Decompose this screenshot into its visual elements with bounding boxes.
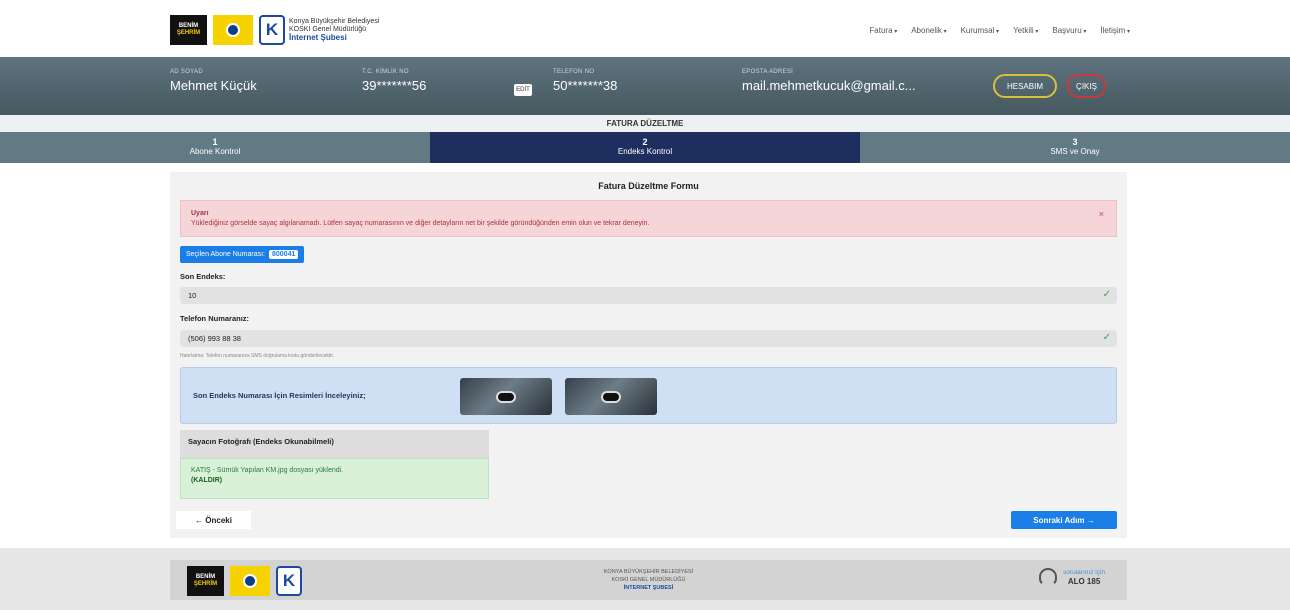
name-label: AD SOYAD — [170, 69, 203, 75]
images-label: Son Endeks Numarası İçin Resimleri İncel… — [193, 391, 366, 400]
meter-icon — [496, 390, 516, 403]
step-3-label: SMS ve Onay — [1050, 147, 1100, 156]
meter-photo-upload: KATIŞ - Sümük Yapılan KM.jpg dosyası yük… — [180, 458, 489, 499]
meter-image-thumbnail-2[interactable] — [565, 378, 657, 415]
org-line-1: Konya Büyükşehir Belediyesi — [289, 18, 380, 25]
last-index-input[interactable]: 10 ✓ — [180, 287, 1117, 304]
phone-input-label: Telefon Numaranız: — [180, 314, 250, 323]
user-email-field: EPOSTA ADRESİ mail.mehmetkucuk@gmail.c..… — [742, 69, 916, 93]
meter-icon — [601, 390, 621, 403]
koski-logo: K — [259, 15, 285, 45]
user-name-field: AD SOYAD Mehmet Küçük — [170, 69, 257, 93]
uploaded-file-text: KATIŞ - Sümük Yapılan KM.jpg dosyası yük… — [191, 467, 344, 474]
top-nav: Fatura Abonelik Kurumsal Yetkili Başvuru… — [869, 26, 1130, 35]
step-2-number: 2 — [642, 137, 648, 147]
last-index-value: 10 — [188, 291, 197, 300]
alert-text: Yüklediğiniz görselde sayaç algılanamadı… — [191, 220, 650, 227]
user-phone-field: TELEFON NO 50*******38 — [553, 69, 617, 93]
subscriber-number: 800041 — [269, 250, 299, 259]
step-1-label: Abone Kontrol — [189, 147, 241, 156]
user-tc-field: T.C. KİMLİK NO 39*******56 — [362, 69, 426, 93]
nav-iletisim[interactable]: İletişim — [1100, 26, 1130, 35]
phone-hint: Hatırlatma: Telefon numaranıza SMS doğru… — [180, 353, 335, 359]
tc-label: T.C. KİMLİK NO — [362, 69, 409, 75]
nav-basvuru[interactable]: Başvuru — [1052, 26, 1086, 35]
edit-phone-button[interactable]: EDİT — [514, 84, 532, 96]
logo-text-1: BENİM — [178, 23, 199, 29]
org-name: Konya Büyükşehir Belediyesi KOSKİ Genel … — [289, 18, 379, 42]
form-title: Fatura Düzeltme Formu — [598, 181, 699, 191]
form-card: Fatura Düzeltme Formu Uyarı Yüklediğiniz… — [170, 172, 1127, 538]
warning-alert: Uyarı Yüklediğiniz görselde sayaç algıla… — [180, 200, 1117, 237]
next-step-button[interactable]: Sonraki Adım → — [1011, 511, 1117, 529]
phone-value: 50*******38 — [553, 78, 618, 93]
previous-button[interactable]: ← Önceki — [176, 511, 251, 529]
step-2-label: Endeks Kontrol — [617, 147, 673, 156]
step-2-active: 2 Endeks Kontrol — [430, 132, 860, 163]
phone-label: TELEFON NO — [553, 69, 595, 75]
benim-sehrim-logo: BENİM ŞEHRİM — [170, 15, 207, 45]
municipality-logo — [213, 15, 253, 45]
close-icon[interactable]: × — [1099, 209, 1104, 219]
tc-value: 39*******56 — [362, 78, 427, 93]
headset-icon — [1039, 568, 1058, 586]
last-index-label: Son Endeks: — [180, 272, 226, 281]
meter-image-thumbnail-1[interactable] — [460, 378, 552, 415]
alo-text: sorularınız için ALO 185 — [1063, 568, 1105, 586]
alo-caption: sorularınız için — [1063, 569, 1105, 576]
email-label: EPOSTA ADRESİ — [742, 69, 794, 75]
page-title: FATURA DÜZELTME — [0, 115, 1290, 132]
meter-photo-header: Sayacın Fotoğrafı (Endeks Okunabilmeli) — [180, 430, 489, 458]
check-icon: ✓ — [1102, 332, 1111, 343]
footer-org-text: KONYA BÜYÜKŞEHİR BELEDİYESİ KOSKİ GENEL … — [170, 568, 1127, 592]
nav-yetkili[interactable]: Yetkili — [1013, 26, 1038, 35]
org-line-3: İnternet Şubesi — [289, 33, 347, 42]
step-indicator: 1 Abone Kontrol 2 Endeks Kontrol 3 SMS v… — [0, 132, 1290, 163]
nav-fatura[interactable]: Fatura — [869, 26, 897, 35]
check-icon: ✓ — [1102, 289, 1111, 300]
subscriber-label: Seçilen Abone Numarası: — [186, 251, 265, 258]
nav-kurumsal[interactable]: Kurumsal — [961, 26, 999, 35]
footer-line-2: KOSKİ GENEL MÜDÜRLÜĞÜ — [611, 577, 686, 583]
step-1: 1 Abone Kontrol — [0, 132, 430, 163]
phone-input[interactable]: (506) 993 88 38 ✓ — [180, 330, 1117, 347]
footer-bar: BENİM ŞEHRİM K KONYA BÜYÜKŞEHİR BELEDİYE… — [170, 560, 1127, 600]
site-footer: BENİM ŞEHRİM K KONYA BÜYÜKŞEHİR BELEDİYE… — [0, 548, 1290, 610]
logo-text-2: ŞEHRİM — [176, 30, 201, 36]
footer-line-3: İNTERNET ŞUBESİ — [623, 585, 674, 591]
emblem-icon — [226, 23, 240, 37]
alo-hotline[interactable]: sorularınız için ALO 185 — [1039, 568, 1105, 586]
remove-file-link[interactable]: (KALDIR) — [191, 476, 478, 486]
selected-subscriber-badge: Seçilen Abone Numarası: 800041 — [180, 246, 305, 263]
step-1-number: 1 — [212, 137, 218, 147]
step-3: 3 SMS ve Onay — [860, 132, 1290, 163]
phone-input-value: (506) 993 88 38 — [188, 334, 241, 343]
site-header: BENİM ŞEHRİM K Konya Büyükşehir Belediye… — [0, 0, 1290, 57]
footer-line-1: KONYA BÜYÜKŞEHİR BELEDİYESİ — [603, 569, 694, 575]
nav-abonelik[interactable]: Abonelik — [911, 26, 946, 35]
logout-button[interactable]: ÇIKIŞ — [1067, 74, 1106, 98]
step-3-number: 3 — [1072, 137, 1078, 147]
index-images-panel: Son Endeks Numarası İçin Resimleri İncel… — [180, 367, 1117, 424]
alert-title: Uyarı — [191, 210, 209, 217]
account-button[interactable]: HESABIM — [993, 74, 1057, 98]
name-value: Mehmet Küçük — [170, 78, 257, 93]
email-value: mail.mehmetkucuk@gmail.c... — [742, 78, 916, 93]
brand[interactable]: BENİM ŞEHRİM K Konya Büyükşehir Belediye… — [170, 12, 379, 48]
alo-number: ALO 185 — [1067, 577, 1101, 586]
